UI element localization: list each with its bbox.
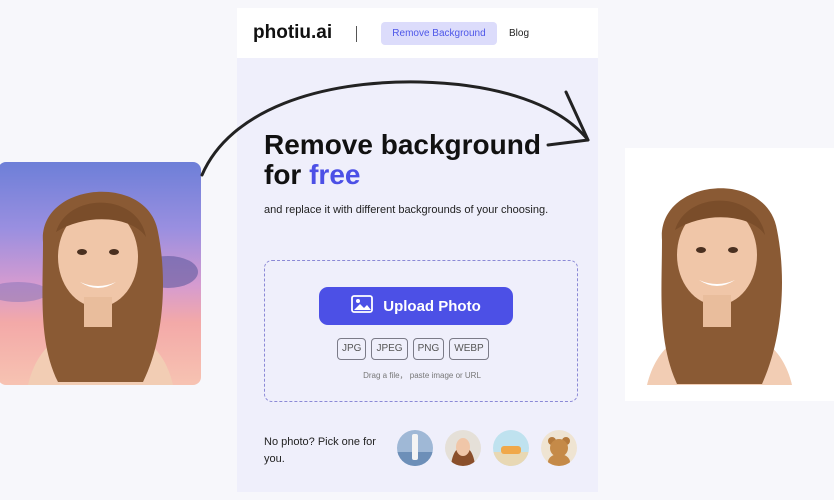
curved-arrow-icon [200, 80, 590, 177]
